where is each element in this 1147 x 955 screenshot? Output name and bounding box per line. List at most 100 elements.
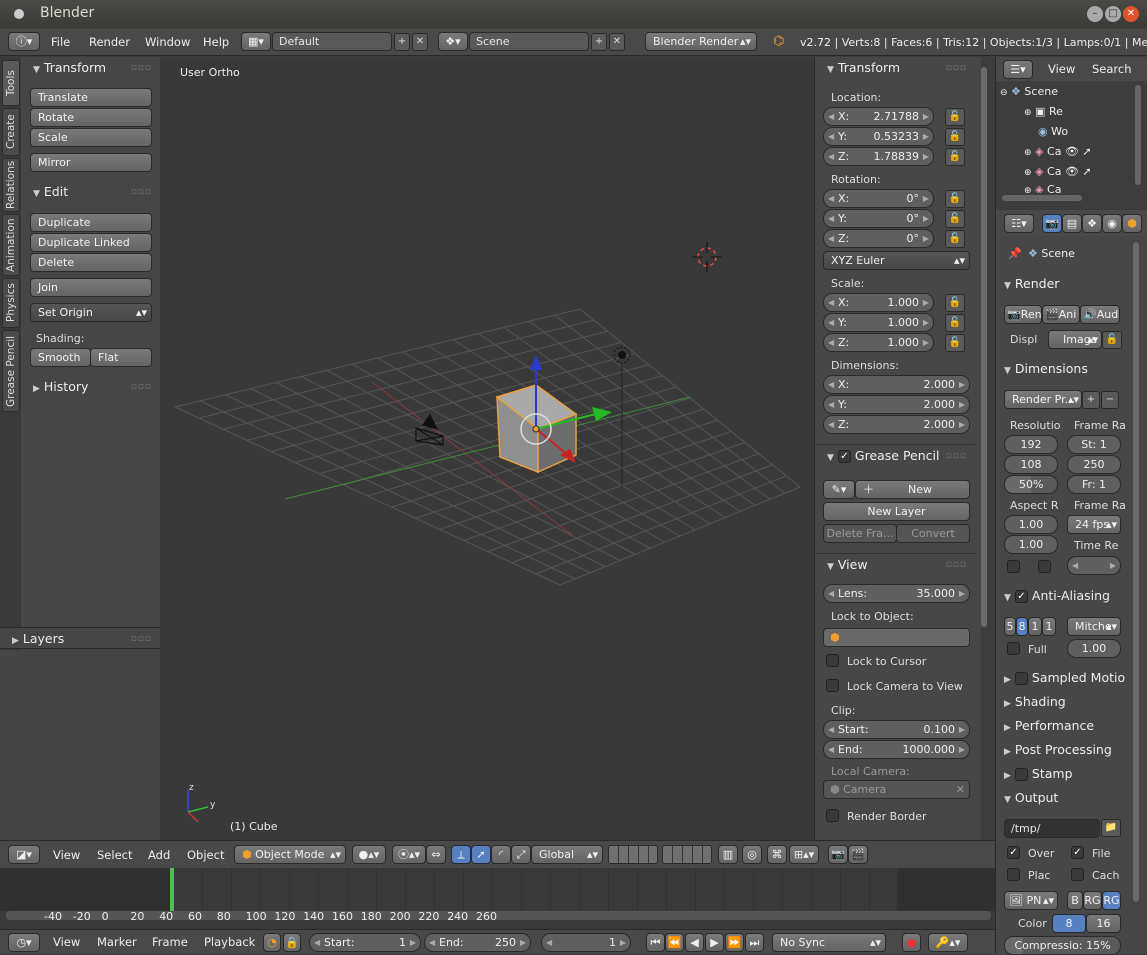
- post-processing-panel-header[interactable]: ▶ Post Processing: [998, 739, 1126, 761]
- remove-scene-icon[interactable]: ✕: [609, 33, 625, 51]
- resolution-x-field[interactable]: 192: [1004, 435, 1058, 454]
- grease-pencil-header[interactable]: ▼ ✓ Grease Pencil ▫▫▫: [815, 444, 975, 466]
- snap-toggle-icon[interactable]: ⌘: [767, 845, 787, 864]
- file-extensions-checkbox[interactable]: ✓: [1071, 846, 1084, 859]
- dimensions-x-field[interactable]: ◀ X: 2.000 ▶: [823, 375, 970, 394]
- jump-keyframe-forward-icon[interactable]: ⏩: [725, 933, 744, 952]
- scene-tab-icon[interactable]: ❖: [1082, 214, 1102, 233]
- layer-lock-icon[interactable]: ▥: [718, 845, 738, 864]
- render-tab-icon[interactable]: 📷: [1042, 214, 1062, 233]
- display-select[interactable]: Image ▴▾: [1048, 330, 1102, 349]
- lock-location-y-icon[interactable]: 🔓: [945, 128, 965, 146]
- anti-aliasing-checkbox[interactable]: ✓: [1014, 590, 1028, 603]
- render-preset-select[interactable]: Render Pr... ▴▾: [1004, 390, 1082, 409]
- outliner-hscrollbar[interactable]: [1002, 195, 1082, 201]
- aa-samples-11[interactable]: 1: [1028, 617, 1042, 636]
- add-screen-icon[interactable]: +: [394, 33, 410, 51]
- color-depth-8-button[interactable]: 8: [1052, 914, 1086, 933]
- clip-end-field[interactable]: ◀ End: 1000.000 ▶: [823, 740, 970, 759]
- outliner-vscrollbar[interactable]: [1135, 85, 1141, 185]
- stamp-checkbox[interactable]: [1014, 768, 1028, 781]
- file-format-select[interactable]: 🖼 PN ▴▾: [1004, 891, 1058, 910]
- menu-object[interactable]: Object: [187, 848, 224, 862]
- mirror-button[interactable]: Mirror: [30, 153, 152, 172]
- outliner-item-render[interactable]: ⊕ ▣ Re: [1024, 105, 1063, 118]
- play-reverse-icon[interactable]: ◀: [685, 933, 704, 952]
- manipulator-mode-icon[interactable]: ⤢: [511, 845, 531, 864]
- aspect-x-field[interactable]: 1.00: [1004, 515, 1058, 534]
- timeline-menu-frame[interactable]: Frame: [152, 935, 188, 949]
- props-editor-scrollbar[interactable]: [1133, 242, 1139, 902]
- outliner-item-scene[interactable]: ⊖ ❖ Scene: [1000, 85, 1130, 103]
- color-bw-button[interactable]: B: [1067, 891, 1083, 910]
- tab-tools[interactable]: Tools: [2, 60, 20, 106]
- rotation-x-field[interactable]: ◀ X: 0° ▶: [823, 189, 934, 208]
- stamp-panel-header[interactable]: ▶ Stamp: [998, 763, 1126, 785]
- lock-scale-y-icon[interactable]: 🔓: [945, 314, 965, 332]
- output-path-field[interactable]: /tmp/: [1004, 819, 1100, 838]
- render-lock-icon[interactable]: 🔓: [1102, 331, 1122, 349]
- menu-view[interactable]: View: [53, 848, 80, 862]
- resolution-y-field[interactable]: 108: [1004, 455, 1058, 474]
- aa-samples-16[interactable]: 1: [1042, 617, 1056, 636]
- menu-help[interactable]: Help: [203, 35, 229, 49]
- render-engine-select[interactable]: Blender Render ▴▾: [645, 32, 757, 51]
- object-tab-icon[interactable]: ⬢: [1122, 214, 1142, 233]
- minimize-icon[interactable]: –: [1087, 6, 1103, 22]
- location-y-field[interactable]: ◀ Y: 0.53233 ▶: [823, 127, 934, 146]
- output-panel-header[interactable]: ▼ Output: [998, 787, 1126, 809]
- duplicate-linked-button[interactable]: Duplicate Linked: [30, 233, 152, 252]
- aa-filter-select[interactable]: Mitche ▴▾: [1067, 617, 1121, 636]
- color-depth-16-button[interactable]: 16: [1086, 914, 1121, 933]
- play-icon[interactable]: ▶: [705, 933, 724, 952]
- new-grease-pencil-button[interactable]: ＋ New: [855, 480, 970, 499]
- scale-x-field[interactable]: ◀ X: 1.000 ▶: [823, 293, 934, 312]
- scene-layers-2-icon[interactable]: [662, 845, 712, 864]
- color-rgba-button[interactable]: RG: [1102, 891, 1121, 910]
- location-x-field[interactable]: ◀ X: 2.71788 ▶: [823, 107, 934, 126]
- preview-range-icon[interactable]: ◔: [263, 933, 281, 952]
- anti-aliasing-header[interactable]: ▼ ✓ Anti-Aliasing: [998, 585, 1126, 607]
- visibility-eye-icon[interactable]: 👁: [1065, 165, 1079, 178]
- maximize-icon[interactable]: □: [1105, 6, 1121, 22]
- remove-screen-icon[interactable]: ✕: [412, 33, 428, 51]
- screen-layout-icon[interactable]: ▦▾: [241, 32, 271, 51]
- record-icon[interactable]: ●: [902, 933, 921, 952]
- timeline-menu-playback[interactable]: Playback: [204, 935, 255, 949]
- border-checkbox[interactable]: [1007, 560, 1020, 573]
- props-editor-icon[interactable]: ☷▾: [1004, 214, 1034, 233]
- duplicate-button[interactable]: Duplicate: [30, 213, 152, 232]
- dimensions-y-field[interactable]: ◀ Y: 2.000 ▶: [823, 395, 970, 414]
- properties-scrollbar[interactable]: [981, 67, 987, 627]
- convert-button[interactable]: Convert: [896, 524, 970, 543]
- history-panel-header[interactable]: ▶ History ▫▫▫: [21, 376, 160, 398]
- filter-size-field[interactable]: 1.00: [1067, 639, 1121, 658]
- transform-orientation-select[interactable]: Global ▴▾: [531, 845, 603, 864]
- rotation-mode-select[interactable]: XYZ Euler ▴▾: [823, 251, 970, 270]
- outliner-editor-icon[interactable]: ☰▾: [1003, 60, 1033, 79]
- outliner-item-lamp[interactable]: ⊕ ◈ Ca: [1024, 183, 1061, 193]
- render-audio-button[interactable]: 🔊Aud: [1080, 305, 1120, 324]
- render-animation-button[interactable]: 🎬Ani: [1042, 305, 1080, 324]
- view-props-header[interactable]: ▼ View ▫▫▫: [815, 553, 975, 575]
- location-z-field[interactable]: ◀ Z: 1.78839 ▶: [823, 147, 934, 166]
- grease-pencil-icon[interactable]: ✎▾: [823, 480, 855, 499]
- join-button[interactable]: Join: [30, 278, 152, 297]
- sync-mode-select[interactable]: No Sync ▴▾: [772, 933, 886, 952]
- viewport-scene[interactable]: z y: [160, 57, 814, 840]
- dimensions-panel-header[interactable]: ▼ Dimensions: [998, 358, 1126, 380]
- outliner-view-menu[interactable]: View: [1048, 62, 1075, 76]
- placeholders-checkbox[interactable]: [1007, 868, 1020, 881]
- screen-layout-field[interactable]: Default: [272, 32, 392, 51]
- lock-rotation-x-icon[interactable]: 🔓: [945, 190, 965, 208]
- lock-location-z-icon[interactable]: 🔓: [945, 148, 965, 166]
- menu-window[interactable]: Window: [145, 35, 190, 49]
- timeline-menu-view[interactable]: View: [53, 935, 80, 949]
- flat-button[interactable]: Flat: [90, 348, 152, 367]
- jump-start-icon[interactable]: ⏮: [646, 933, 665, 952]
- local-camera-field[interactable]: ⬢ Camera ✕: [823, 780, 970, 799]
- full-sample-checkbox[interactable]: [1007, 642, 1020, 655]
- scale-z-field[interactable]: ◀ Z: 1.000 ▶: [823, 333, 934, 352]
- viewport-shading-icon[interactable]: ●▴▾: [352, 845, 386, 864]
- aspect-y-field[interactable]: 1.00: [1004, 535, 1058, 554]
